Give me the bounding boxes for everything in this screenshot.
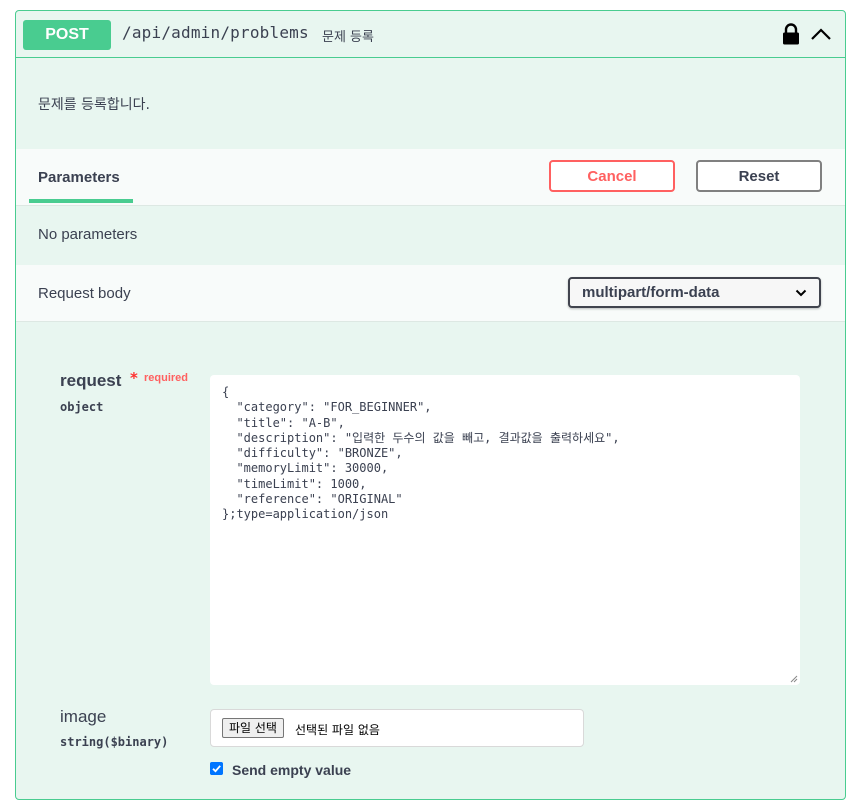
tab-active-indicator	[29, 199, 133, 203]
operation-description: 문제를 등록합니다.	[38, 97, 150, 113]
no-parameters-text: No parameters	[38, 226, 138, 243]
file-status-text: 선택된 파일 없음	[295, 723, 380, 737]
required-star: *	[130, 369, 138, 387]
tab-parameters[interactable]: Parameters	[38, 169, 120, 186]
cancel-button[interactable]: Cancel	[549, 160, 675, 192]
method-badge: POST	[23, 20, 111, 50]
endpoint-path: /api/admin/problems	[122, 23, 309, 42]
field-type-image: string($binary)	[60, 735, 169, 749]
request-json-textarea[interactable]: { "category": "FOR_BEGINNER", "title": "…	[210, 375, 800, 685]
field-type-request: object	[60, 400, 104, 414]
field-name-image: image	[60, 707, 107, 726]
required-label: required	[144, 372, 189, 384]
request-body-label: Request body	[38, 285, 131, 302]
lock-icon[interactable]	[782, 23, 800, 45]
send-empty-label[interactable]: Send empty value	[232, 762, 351, 778]
request-body-header: Request body multipart/form-data	[16, 265, 845, 322]
operation-block: POST /api/admin/problems 문제 등록 문제를 등록합니다…	[15, 10, 846, 800]
choose-file-button[interactable]: 파일 선택	[222, 718, 284, 738]
parameters-header: Parameters Cancel Reset	[16, 149, 845, 206]
chevron-up-icon[interactable]	[809, 23, 833, 45]
field-name-request: request	[60, 371, 122, 390]
content-type-select[interactable]: multipart/form-data	[568, 277, 821, 308]
operation-summary[interactable]: POST /api/admin/problems 문제 등록	[16, 11, 845, 58]
send-empty-checkbox[interactable]	[210, 762, 223, 775]
chevron-down-icon	[795, 289, 807, 297]
content-type-value: multipart/form-data	[582, 284, 720, 301]
reset-button[interactable]: Reset	[696, 160, 822, 192]
summary-description: 문제 등록	[322, 30, 374, 45]
resize-handle-icon[interactable]	[790, 675, 798, 683]
image-file-input[interactable]: 파일 선택 선택된 파일 없음	[210, 709, 584, 747]
